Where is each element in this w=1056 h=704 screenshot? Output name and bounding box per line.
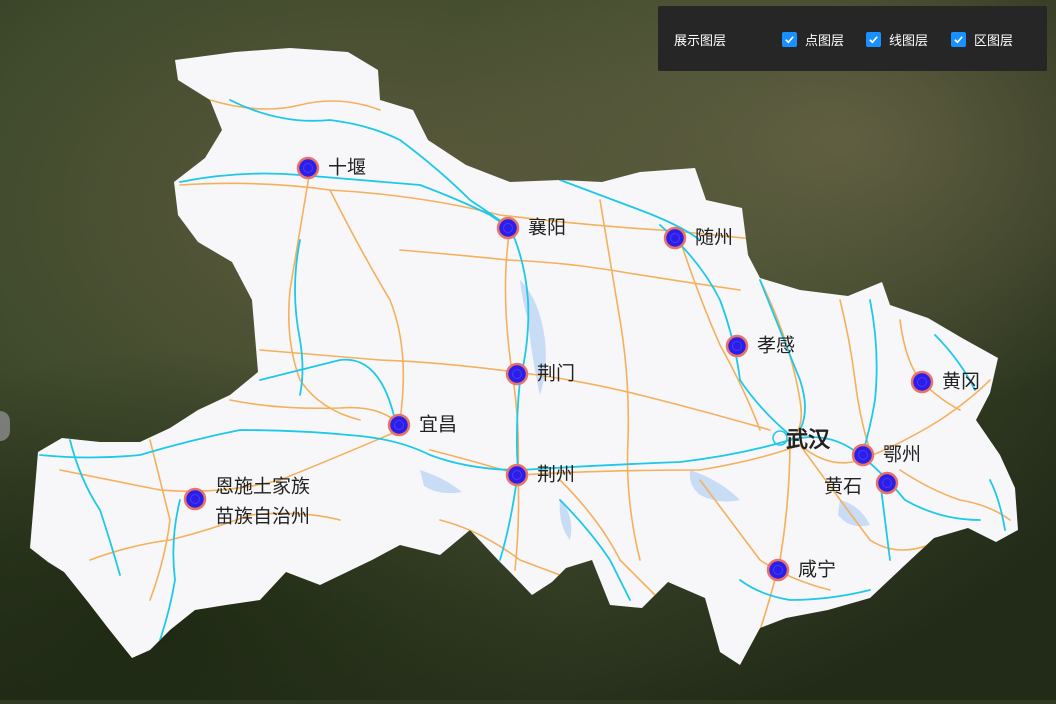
city-point[interactable] [910,370,934,394]
city-point[interactable] [387,413,411,437]
city-point[interactable] [183,487,207,511]
city-marker-shiyan[interactable]: 十堰 [296,156,366,180]
city-label: 苗族自治州 [215,506,310,528]
city-point[interactable] [851,443,875,467]
area-layer-label: 区图层 [974,34,1014,49]
checkbox-checked-icon [951,32,966,47]
city-marker-ezhou[interactable]: 鄂州 [851,443,921,467]
city-marker-jingzhou[interactable]: 荆州 [505,463,575,487]
line-layer-checkbox[interactable]: 线图层 [866,30,928,49]
city-label: 宜昌 [419,414,457,436]
city-marker-xianning[interactable]: 咸宁 [766,558,836,582]
city-marker-huangshi[interactable]: 黄石 [824,471,899,498]
city-point[interactable] [875,471,899,495]
city-label: 鄂州 [883,444,921,466]
point-layer-label: 点图层 [805,34,845,49]
layer-control-panel: 展示图层 点图层 线图层 区图层 [658,6,1047,71]
map-view[interactable]: 武汉 十堰襄阳 随州孝感荆门 黄冈宜昌鄂州荆州黄石 恩施土家族苗族自治州咸宁 展示图层… [0,0,1056,700]
city-label: 荆门 [537,363,575,385]
city-label: 咸宁 [798,559,836,581]
checkbox-checked-icon [866,32,881,47]
city-marker-suizhou[interactable]: 随州 [663,226,733,250]
city-marker-yichang[interactable]: 宜昌 [387,413,457,437]
layer-panel-title: 展示图层 [674,34,727,49]
city-point[interactable] [725,334,749,358]
city-point[interactable] [496,216,520,240]
line-layer-label: 线图层 [889,34,929,49]
capital-label: 武汉 [786,428,831,453]
city-point[interactable] [505,362,529,386]
city-marker-xiangyang[interactable]: 襄阳 [496,216,566,240]
city-point[interactable] [663,226,687,250]
city-marker-xiaogan[interactable]: 孝感 [725,334,795,358]
city-label: 恩施土家族 [215,476,310,498]
city-marker-jingmen[interactable]: 荆门 [505,362,575,386]
city-label: 襄阳 [528,217,566,239]
point-layer-checkbox[interactable]: 点图层 [782,30,844,49]
city-label: 黄冈 [942,371,980,393]
city-point[interactable] [296,156,320,180]
city-label: 十堰 [328,157,366,179]
city-marker-huanggang[interactable]: 黄冈 [910,370,980,394]
city-point[interactable] [505,463,529,487]
city-label: 黄石 [824,476,862,498]
city-label: 荆州 [537,464,575,486]
area-layer-checkbox[interactable]: 区图层 [951,30,1013,49]
city-label: 随州 [695,227,733,249]
map-canvas[interactable]: 武汉 十堰襄阳 随州孝感荆门 黄冈宜昌鄂州荆州黄石 恩施土家族苗族自治州咸宁 [0,0,1056,700]
checkbox-checked-icon [782,32,797,47]
city-point[interactable] [766,558,790,582]
city-label: 孝感 [757,335,795,357]
